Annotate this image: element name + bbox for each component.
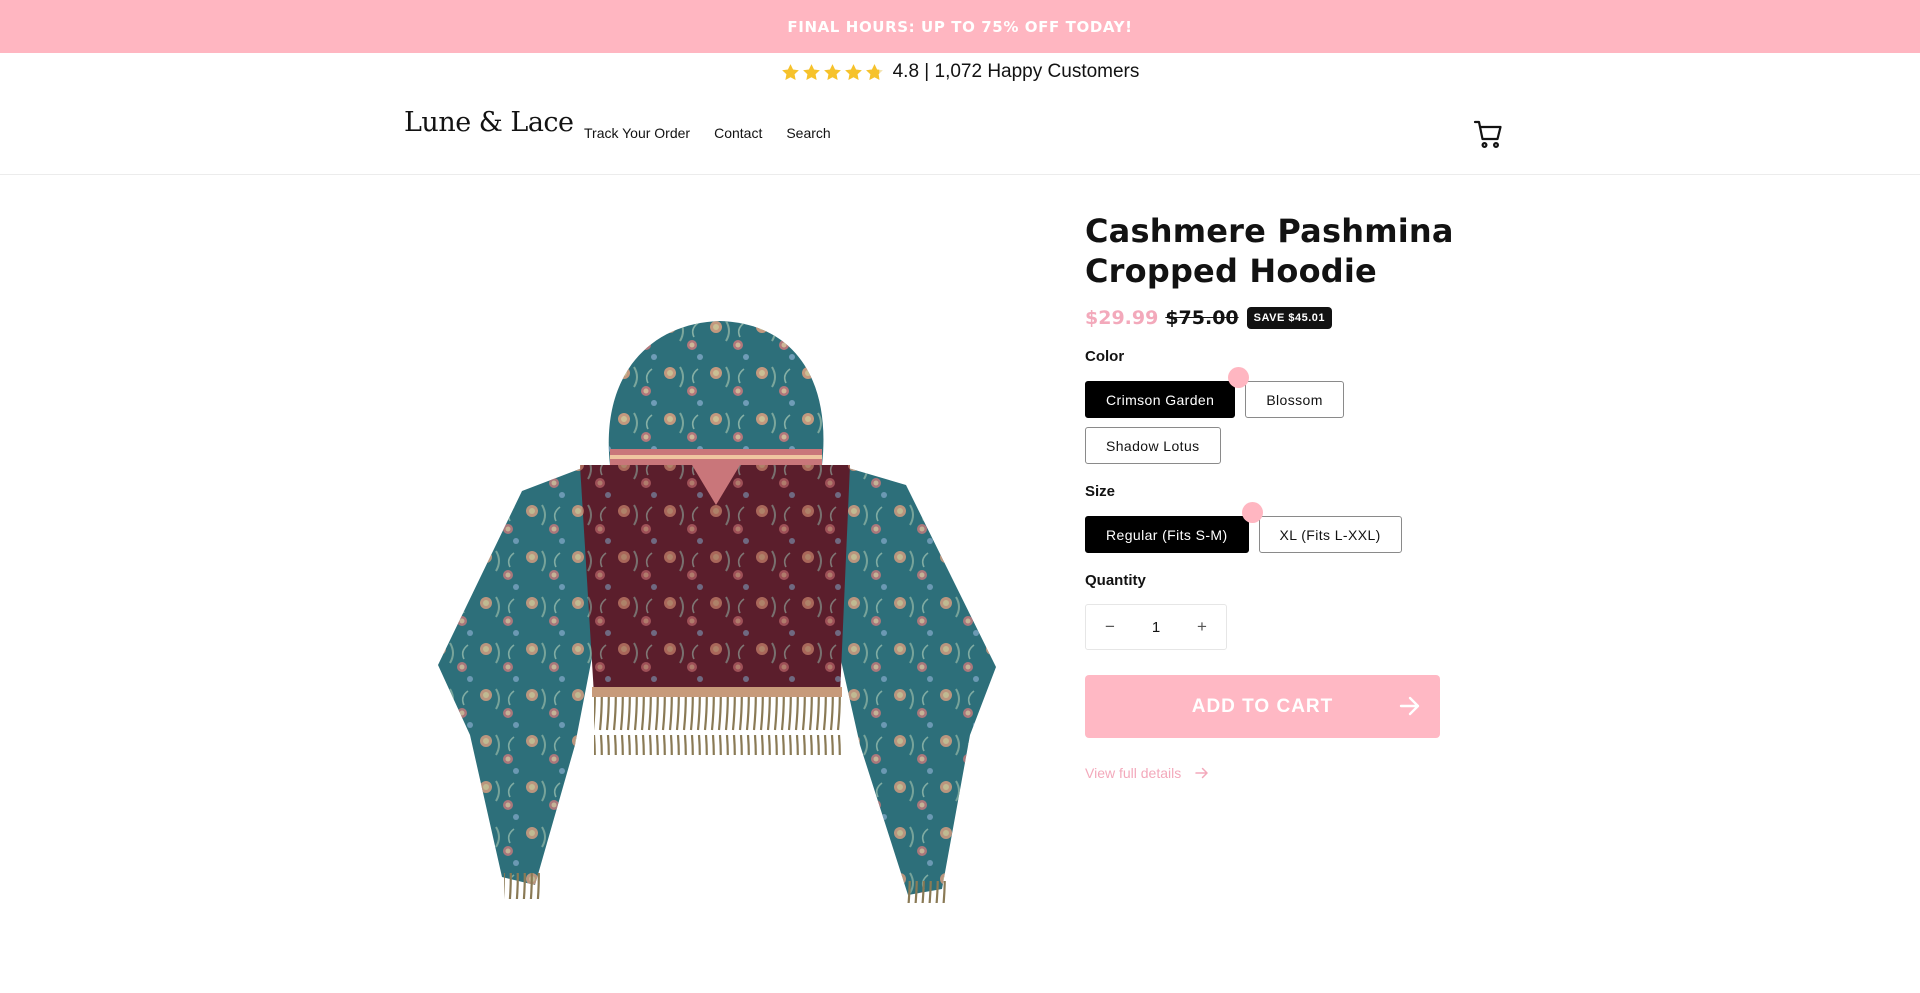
color-options: Crimson Garden Blossom Shadow Lotus: [1085, 367, 1395, 464]
nav-track-order[interactable]: Track Your Order: [584, 125, 690, 141]
store-logo[interactable]: Lune & Lace: [404, 107, 574, 138]
star-icon: [781, 63, 799, 80]
add-to-cart-label: ADD TO CART: [1191, 695, 1334, 717]
rating-bar: 4.8 | 1,072 Happy Customers: [0, 53, 1920, 91]
view-full-details-label: View full details: [1085, 765, 1182, 781]
quantity-decrease-button[interactable]: −: [1100, 617, 1120, 637]
product-title: Cashmere Pashmina Cropped Hoodie: [1085, 212, 1454, 290]
quantity-value[interactable]: 1: [1152, 619, 1160, 636]
main-nav: Track Your Order Contact Search: [584, 125, 831, 141]
hoodie-illustration: [438, 321, 996, 903]
quantity-stepper: − 1 +: [1085, 604, 1227, 650]
nav-contact[interactable]: Contact: [714, 125, 762, 141]
star-icon: [823, 63, 841, 80]
star-icon: [802, 63, 820, 80]
price-row: $29.99 $75.00 SAVE $45.01: [1085, 307, 1485, 329]
announcement-text: FINAL HOURS: UP TO 75% OFF TODAY!: [787, 17, 1133, 36]
save-badge: SAVE $45.01: [1246, 307, 1332, 329]
cursor-dot: [1228, 367, 1249, 388]
site-header: Lune & Lace Track Your Order Contact Sea…: [0, 91, 1920, 175]
product-section: Cashmere Pashmina Cropped Hoodie $29.99 …: [0, 175, 1920, 992]
color-option-crimson-garden[interactable]: Crimson Garden: [1085, 381, 1236, 418]
arrow-right-icon: [1399, 696, 1420, 716]
size-option-regular[interactable]: Regular (Fits S-M): [1085, 516, 1249, 553]
rating-text: 4.8 | 1,072 Happy Customers: [892, 61, 1140, 82]
add-to-cart-button[interactable]: ADD TO CART: [1085, 675, 1440, 738]
sale-price: $29.99: [1085, 307, 1159, 329]
view-full-details-link[interactable]: View full details: [1085, 765, 1485, 781]
regular-price: $75.00: [1165, 307, 1239, 329]
star-icon: [844, 63, 862, 80]
cursor-dot: [1242, 502, 1263, 523]
arrow-right-icon: [1195, 767, 1208, 779]
size-options: Regular (Fits S-M) XL (Fits L-XXL): [1085, 502, 1485, 553]
quantity-label: Quantity: [1085, 572, 1146, 589]
color-option-shadow-lotus[interactable]: Shadow Lotus: [1085, 427, 1221, 464]
nav-search[interactable]: Search: [786, 125, 830, 141]
cart-icon[interactable]: [1472, 117, 1506, 151]
star-half-icon: [865, 63, 883, 80]
size-label: Size: [1085, 483, 1116, 500]
product-image[interactable]: [430, 315, 1004, 903]
quantity-increase-button[interactable]: +: [1192, 617, 1212, 637]
size-option-xl[interactable]: XL (Fits L-XXL): [1258, 516, 1402, 553]
rating-stars: [781, 63, 884, 82]
color-option-blossom[interactable]: Blossom: [1245, 381, 1344, 418]
color-label: Color: [1085, 348, 1125, 365]
announcement-bar: FINAL HOURS: UP TO 75% OFF TODAY!: [0, 0, 1920, 53]
product-info: Cashmere Pashmina Cropped Hoodie $29.99 …: [1085, 211, 1485, 781]
